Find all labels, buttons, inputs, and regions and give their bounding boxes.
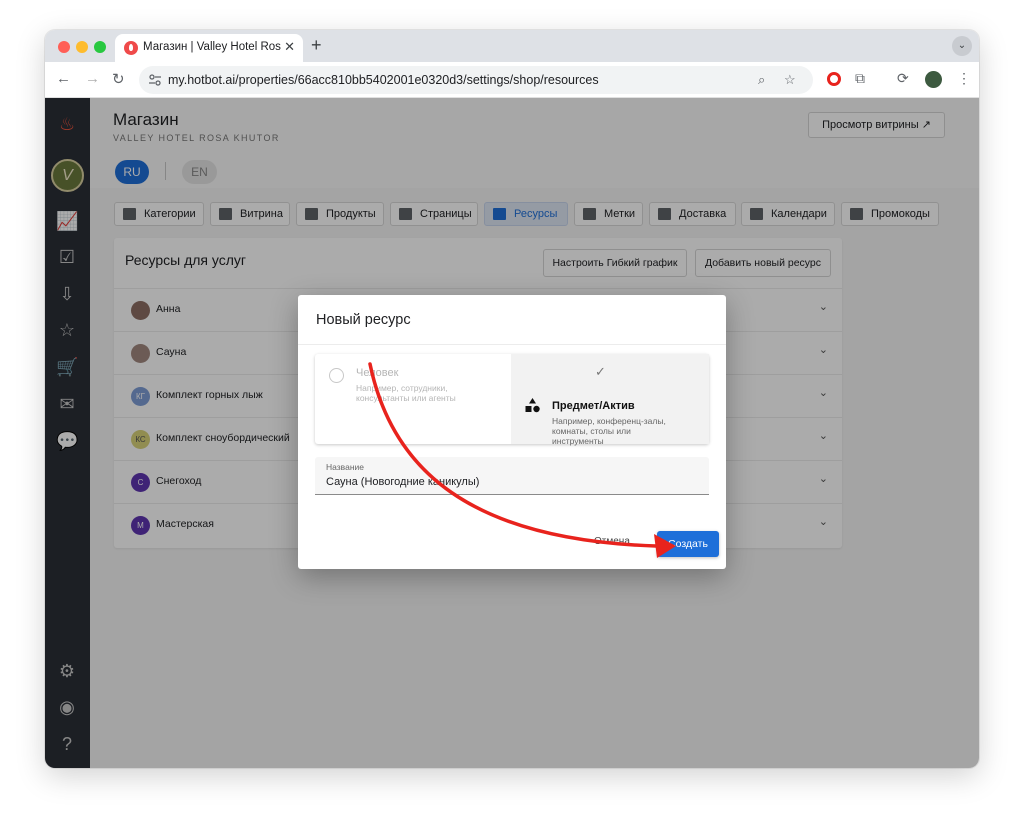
- browser-toolbar: ← → ↻ my.hotbot.ai/properties/66acc810bb…: [45, 62, 979, 98]
- address-bar[interactable]: my.hotbot.ai/properties/66acc810bb540200…: [139, 66, 813, 94]
- tab-search-chevron-icon[interactable]: ⌄: [952, 36, 972, 56]
- site-settings-icon[interactable]: [148, 73, 162, 87]
- reload-icon[interactable]: ↻: [112, 70, 125, 88]
- extensions-puzzle-icon[interactable]: ⧉: [855, 70, 865, 87]
- cancel-button[interactable]: Отмена: [594, 536, 630, 547]
- zoom-icon[interactable]: ⌕: [758, 72, 765, 88]
- name-field-label: Название: [326, 462, 364, 472]
- new-tab-icon[interactable]: +: [311, 35, 322, 56]
- maximize-window-button[interactable]: [94, 41, 106, 53]
- name-field-value: Сауна (Новогодние каникулы): [326, 476, 480, 488]
- minimize-window-button[interactable]: [76, 41, 88, 53]
- person-face-icon: [329, 368, 344, 383]
- browser-tab-strip: Магазин | Valley Hotel Rosa K ✕ + ⌄: [45, 30, 979, 62]
- tab-title: Магазин | Valley Hotel Rosa K: [143, 41, 281, 53]
- person-label: Человек: [356, 367, 399, 379]
- person-description: Например, сотрудники, консультанты или а…: [356, 383, 456, 403]
- close-window-button[interactable]: [58, 41, 70, 53]
- url-text: my.hotbot.ai/properties/66acc810bb540200…: [168, 73, 599, 87]
- browser-window: Магазин | Valley Hotel Rosa K ✕ + ⌄ ← → …: [45, 30, 979, 768]
- check-icon: ✓: [595, 364, 606, 379]
- shapes-icon: [525, 398, 540, 413]
- name-field[interactable]: Название Сауна (Новогодние каникулы): [315, 457, 709, 495]
- resource-type-selector: Человек Например, сотрудники, консультан…: [315, 354, 709, 446]
- sync-icon[interactable]: ⟳: [897, 70, 909, 87]
- app-area: ♨ V 📈 ☑ ⇩ ☆ 🛒 ✉ 💬 ⚙ ◉ ? Магазин VALLEY H…: [45, 98, 979, 768]
- asset-description: Например, конференц-залы, комнаты, столы…: [552, 416, 666, 446]
- hotbot-favicon-icon: [124, 41, 138, 55]
- dialog-title: Новый ресурс: [298, 295, 726, 345]
- forward-arrow-icon[interactable]: →: [85, 70, 100, 87]
- tab-close-icon[interactable]: ✕: [284, 39, 295, 55]
- profile-avatar[interactable]: [925, 71, 942, 88]
- type-option-person[interactable]: Человек Например, сотрудники, консультан…: [315, 354, 511, 444]
- bookmark-star-icon[interactable]: ☆: [784, 72, 796, 88]
- asset-label: Предмет/Актив: [552, 400, 635, 412]
- browser-tab[interactable]: Магазин | Valley Hotel Rosa K ✕: [115, 34, 303, 62]
- type-option-asset[interactable]: ✓ Предмет/Актив Например, конференц-залы…: [511, 354, 709, 446]
- opera-extension-icon[interactable]: [827, 72, 841, 86]
- create-button[interactable]: Создать: [657, 531, 719, 557]
- back-arrow-icon[interactable]: ←: [56, 70, 71, 87]
- new-resource-dialog: Новый ресурс Человек Например, сотрудник…: [298, 295, 726, 569]
- browser-menu-icon[interactable]: ⋮: [957, 70, 971, 87]
